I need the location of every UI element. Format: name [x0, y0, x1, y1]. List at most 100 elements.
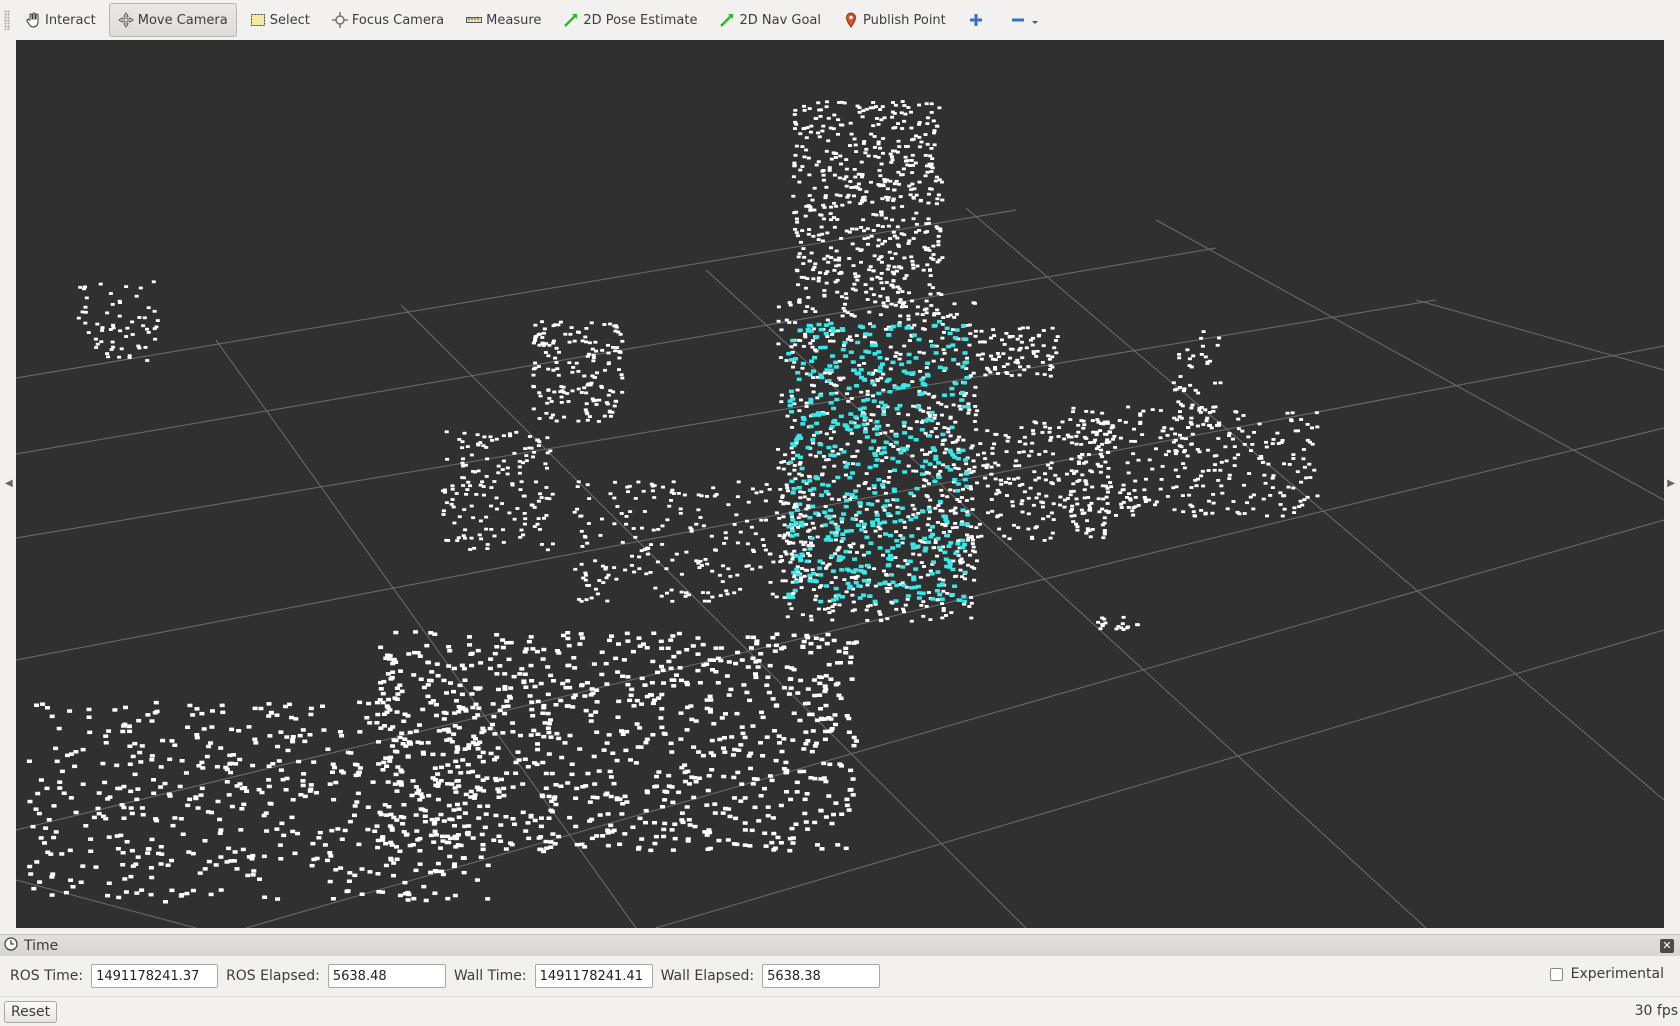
highlight-point	[897, 403, 903, 408]
select-tool-button[interactable]: Select	[241, 3, 319, 37]
cloud-point	[608, 492, 613, 496]
cloud-point	[802, 811, 808, 816]
highlight-point	[788, 389, 794, 394]
highlight-point	[943, 517, 949, 522]
cloud-point	[444, 691, 449, 695]
cloud-point	[923, 174, 928, 178]
cloud-point	[1166, 449, 1171, 453]
cloud-point	[644, 694, 650, 699]
cloud-point	[831, 638, 837, 643]
cloud-point	[1020, 510, 1025, 514]
cloud-point	[770, 697, 776, 701]
cloud-point	[407, 740, 412, 745]
publish-point-tool-button[interactable]: Publish Point	[834, 3, 955, 37]
cloud-point	[745, 519, 749, 523]
cloud-point	[911, 217, 916, 221]
cloud-point	[130, 754, 136, 759]
cloud-point	[539, 496, 544, 499]
cloud-point	[95, 806, 101, 811]
cloud-point	[888, 367, 893, 371]
left-dock-arrow-icon[interactable]: ◀	[5, 478, 13, 489]
cloud-point	[445, 763, 451, 767]
cloud-point	[851, 641, 857, 645]
cloud-point	[919, 140, 924, 144]
cloud-point	[830, 333, 835, 336]
cloud-point	[811, 441, 816, 445]
move-camera-tool-button[interactable]: Move Camera	[108, 3, 237, 37]
highlight-point	[843, 465, 849, 469]
cloud-point	[1200, 469, 1205, 473]
cloud-point	[809, 251, 814, 255]
right-dock-arrow-icon[interactable]: ▶	[1667, 478, 1675, 489]
cloud-point	[541, 647, 547, 652]
cloud-point	[899, 232, 904, 236]
cloud-point	[124, 285, 129, 288]
cloud-point	[820, 239, 825, 243]
cloud-point	[759, 518, 764, 522]
wall-time-field[interactable]	[534, 964, 653, 988]
cloud-point	[546, 816, 552, 820]
wall-elapsed-field[interactable]	[762, 964, 881, 988]
cloud-point	[717, 737, 723, 742]
cloud-point	[898, 352, 903, 356]
cloud-point	[169, 888, 175, 893]
2d-nav-goal-tool-button[interactable]: 2D Nav Goal	[710, 3, 830, 37]
cloud-point	[889, 161, 894, 164]
cloud-point	[654, 784, 659, 788]
cloud-point	[452, 824, 457, 828]
cloud-point	[585, 584, 590, 587]
cloud-point	[521, 533, 526, 537]
point-cloud-scene[interactable]	[16, 40, 1664, 928]
cloud-point	[766, 690, 772, 695]
3d-render-viewport[interactable]	[16, 40, 1664, 928]
highlight-point	[947, 331, 953, 336]
ruler-icon	[466, 12, 483, 28]
cloud-point	[923, 154, 928, 157]
cloud-point	[678, 511, 683, 515]
ros-elapsed-field[interactable]	[327, 964, 446, 988]
cloud-point	[580, 636, 585, 640]
cloud-point	[1193, 514, 1197, 518]
interact-tool-button[interactable]: Interact	[16, 3, 105, 37]
cloud-point	[1216, 479, 1221, 482]
experimental-toggle[interactable]: Experimental	[1549, 966, 1664, 982]
cloud-point	[668, 666, 674, 671]
highlight-point	[798, 558, 804, 563]
cloud-point	[942, 351, 947, 355]
measure-tool-button[interactable]: Measure	[457, 3, 550, 37]
cloud-point	[597, 579, 602, 582]
cloud-point	[758, 565, 763, 569]
cloud-point	[754, 641, 760, 646]
ros-time-field[interactable]	[91, 964, 219, 988]
cloud-point	[565, 781, 571, 785]
reset-button[interactable]: Reset	[4, 1001, 58, 1023]
cloud-point	[26, 759, 32, 763]
cloud-point	[384, 813, 390, 817]
remove-tool-button[interactable]	[1001, 3, 1049, 37]
cloud-point	[553, 783, 559, 787]
toolbar-grip[interactable]	[4, 10, 10, 30]
cloud-point	[582, 374, 587, 378]
highlight-point	[915, 544, 921, 548]
highlight-point	[876, 477, 882, 482]
experimental-checkbox[interactable]	[1549, 967, 1563, 981]
cloud-point	[651, 528, 656, 532]
cloud-point	[746, 500, 751, 504]
add-tool-button[interactable]	[959, 3, 997, 37]
cloud-point	[634, 722, 640, 726]
cloud-point	[907, 573, 912, 577]
cloud-point	[1185, 454, 1190, 458]
cloud-point	[715, 681, 721, 685]
cloud-point	[278, 857, 284, 861]
focus-camera-tool-button[interactable]: Focus Camera	[323, 3, 453, 37]
2d-pose-estimate-tool-button[interactable]: 2D Pose Estimate	[554, 3, 706, 37]
close-icon[interactable]: ✕	[1660, 939, 1674, 953]
cloud-point	[501, 786, 507, 791]
cloud-point	[521, 494, 526, 498]
cloud-point	[811, 277, 816, 281]
cloud-point	[891, 126, 896, 130]
highlight-point	[876, 350, 882, 354]
cloud-point	[405, 898, 411, 902]
cloud-point	[936, 193, 941, 197]
cloud-point	[790, 738, 796, 742]
